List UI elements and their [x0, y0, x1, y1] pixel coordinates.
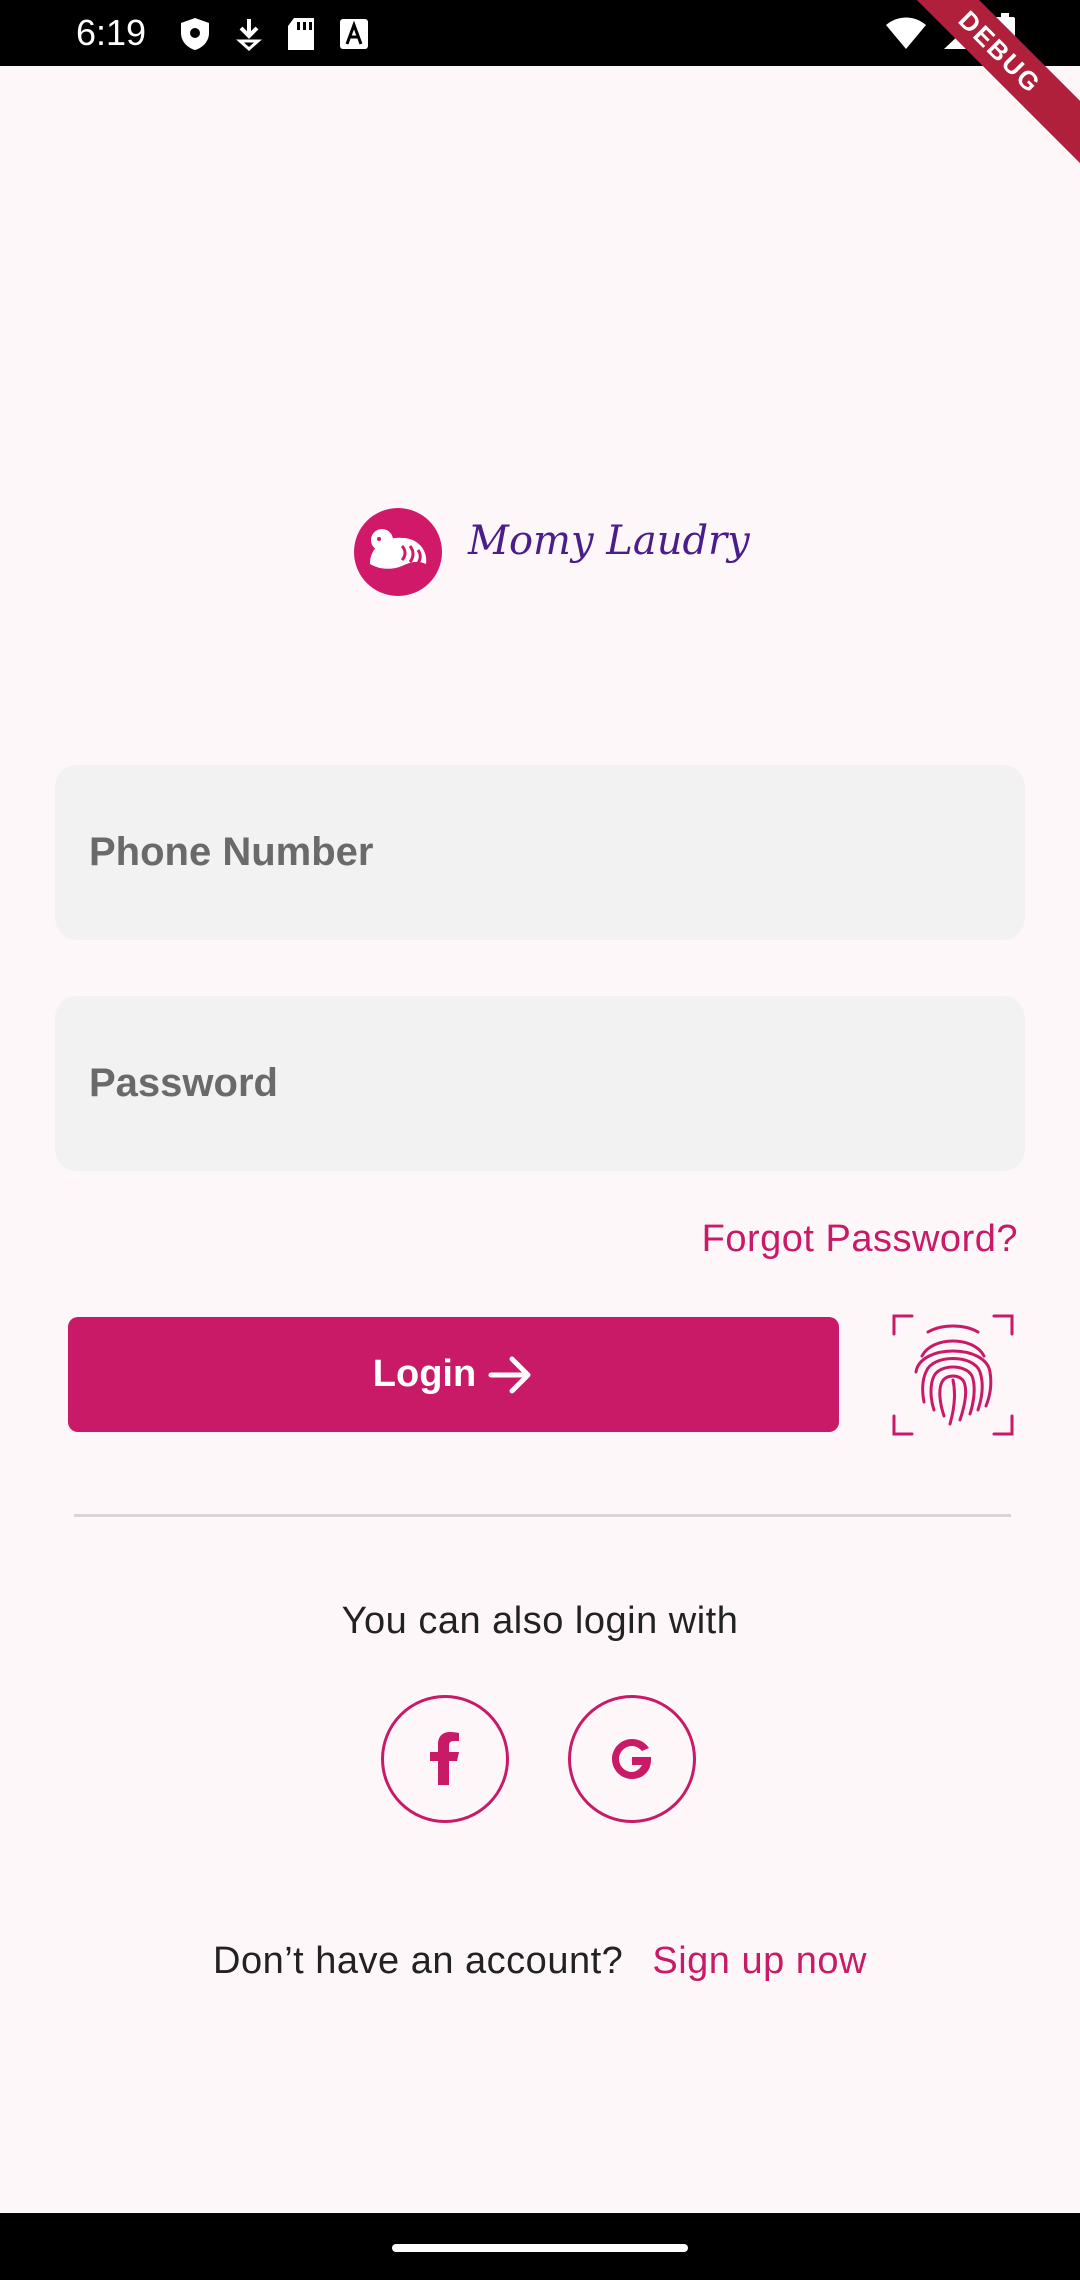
login-button[interactable]: Login — [68, 1317, 839, 1432]
google-login-button[interactable] — [568, 1695, 696, 1823]
font-a-icon — [340, 19, 368, 49]
status-bar: 6:19 — [0, 0, 1080, 66]
forgot-password-link[interactable]: Forgot Password? — [702, 1218, 1018, 1261]
app-logo: Momy Laudry — [352, 506, 750, 596]
app-logo-text: Momy Laudry — [468, 518, 750, 564]
fingerprint-icon — [892, 1314, 1014, 1436]
sd-card-icon — [288, 18, 314, 50]
navigation-bar — [0, 2213, 1080, 2280]
status-time: 6:19 — [76, 12, 147, 53]
phone-number-field[interactable]: Phone Number — [55, 765, 1025, 940]
signup-link[interactable]: Sign up now — [652, 1940, 867, 1982]
google-icon — [612, 1739, 651, 1779]
facebook-icon — [430, 1732, 459, 1785]
status-notification-icons — [178, 14, 370, 54]
arrow-right-icon — [488, 1356, 531, 1393]
login-button-label: Login — [372, 1353, 477, 1395]
signup-question: Don’t have an account? — [213, 1940, 624, 1982]
fingerprint-login-button[interactable] — [892, 1314, 1014, 1436]
password-field[interactable]: Password — [55, 996, 1025, 1171]
facebook-login-button[interactable] — [381, 1695, 509, 1823]
social-login-prompt: You can also login with — [341, 1600, 739, 1642]
signup-row: Don’t have an account? Sign up now — [0, 1940, 1080, 1983]
wifi-icon — [886, 17, 926, 49]
divider — [74, 1514, 1011, 1517]
phone-number-placeholder: Phone Number — [89, 830, 374, 874]
download-icon — [236, 19, 262, 51]
baby-icon — [354, 508, 442, 596]
home-gesture-handle[interactable] — [392, 2244, 688, 2252]
shield-icon — [181, 18, 209, 50]
password-placeholder: Password — [89, 1061, 278, 1105]
